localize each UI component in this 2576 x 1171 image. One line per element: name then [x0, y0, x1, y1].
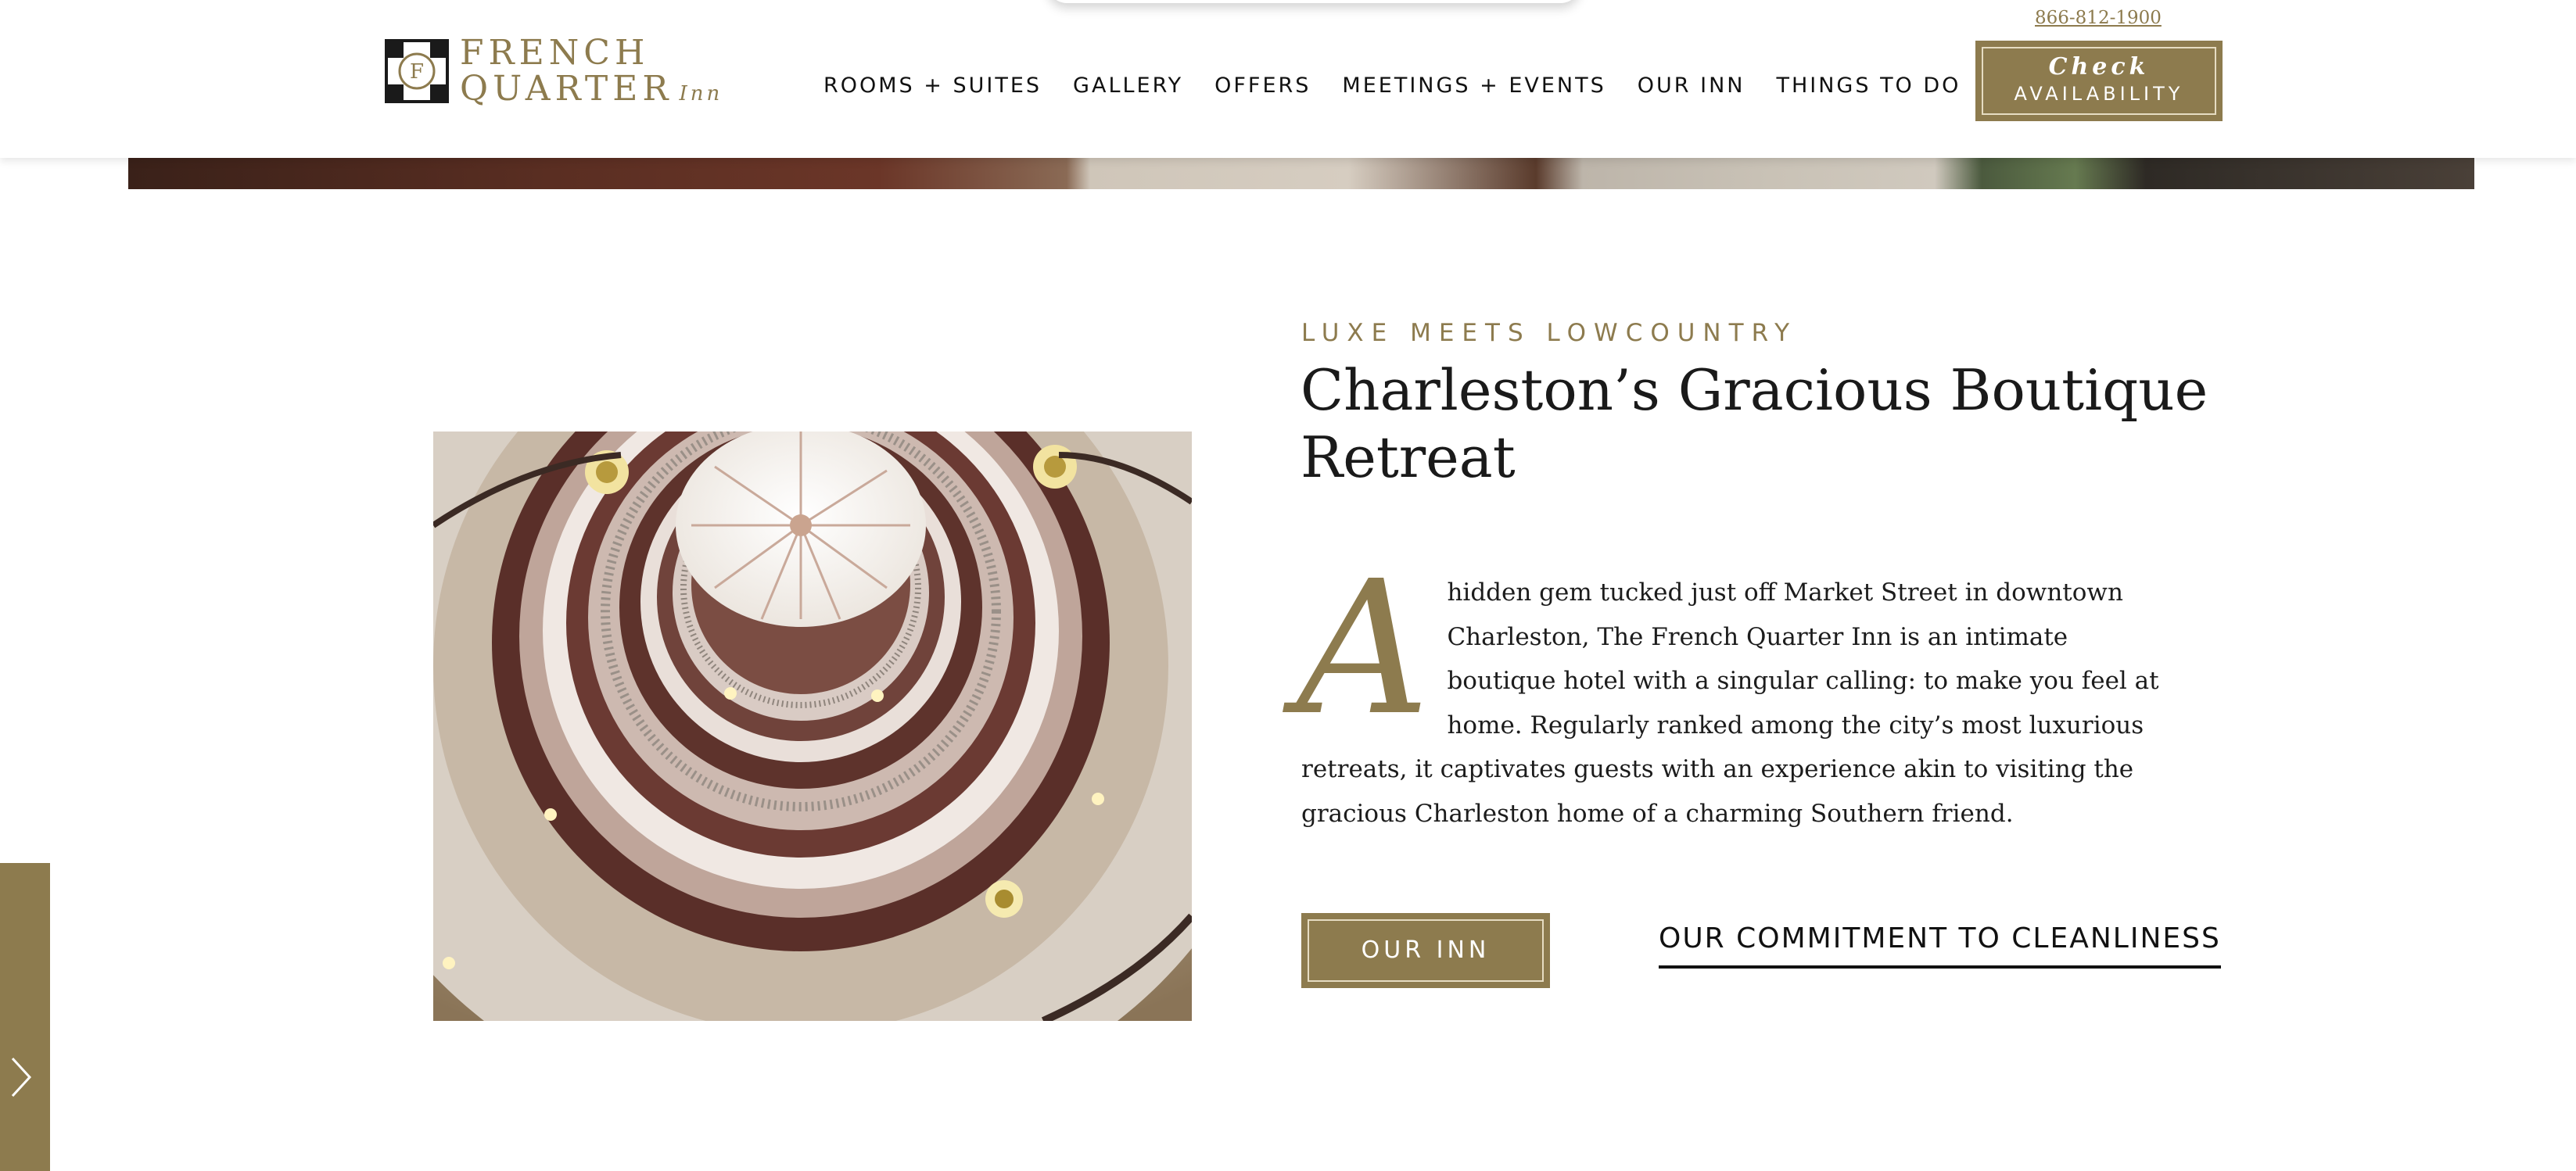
svg-text:F: F: [410, 60, 424, 84]
brand-name-line2: QUARTER Inn: [460, 70, 723, 113]
spiral-staircase-photo: [433, 432, 1192, 1021]
brand-name-line1: FRENCH: [460, 33, 650, 73]
staircase-illustration: [433, 432, 1192, 1021]
monogram-f-icon: F: [385, 39, 449, 103]
side-tab-toggle[interactable]: [0, 863, 50, 1171]
site-header: F FRENCH QUARTER Inn ROOMS + SUITES GALLE…: [0, 0, 2576, 158]
section-eyebrow: LUXE MEETS LOWCOUNTRY: [1301, 319, 1798, 347]
nav-item-things-to-do[interactable]: THINGS TO DO: [1776, 72, 1961, 100]
cleanliness-commitment-link[interactable]: OUR COMMITMENT TO CLEANLINESS: [1659, 922, 2221, 969]
chevron-right-icon: [11, 1057, 32, 1098]
nav-item-meetings-events[interactable]: MEETINGS + EVENTS: [1342, 72, 1606, 100]
phone-link[interactable]: 866-812-1900: [2035, 8, 2162, 28]
header-dropdown-shadow: [1048, 0, 1580, 3]
nav-item-gallery[interactable]: GALLERY: [1073, 72, 1183, 100]
our-inn-button-label: OUR INN: [1361, 936, 1491, 964]
drop-cap: A: [1297, 541, 1430, 756]
brand-name-quarter: QUARTER: [460, 69, 673, 109]
main-nav: ROOMS + SUITES GALLERY OFFERS MEETINGS +…: [823, 72, 1961, 100]
hero-image-strip: [128, 158, 2474, 189]
our-inn-button[interactable]: OUR INN: [1301, 913, 1550, 988]
intro-paragraph: A hidden gem tucked just off Market Stre…: [1297, 557, 2177, 836]
brand-name-suffix: Inn: [679, 82, 723, 106]
nav-item-offers[interactable]: OFFERS: [1214, 72, 1311, 100]
nav-item-our-inn[interactable]: OUR INN: [1638, 72, 1745, 100]
nav-item-rooms-suites[interactable]: ROOMS + SUITES: [823, 72, 1042, 100]
check-availability-button[interactable]: Check AVAILABILITY: [1975, 41, 2223, 121]
section-title: Charleston’s Gracious Boutique Retreat: [1301, 357, 2208, 490]
brand-logo[interactable]: F FRENCH QUARTER Inn: [385, 33, 719, 113]
check-availability-line1: Check: [2048, 53, 2150, 81]
intro-text: hidden gem tucked just off Market Street…: [1301, 578, 2159, 828]
check-availability-line2: AVAILABILITY: [2014, 83, 2184, 105]
